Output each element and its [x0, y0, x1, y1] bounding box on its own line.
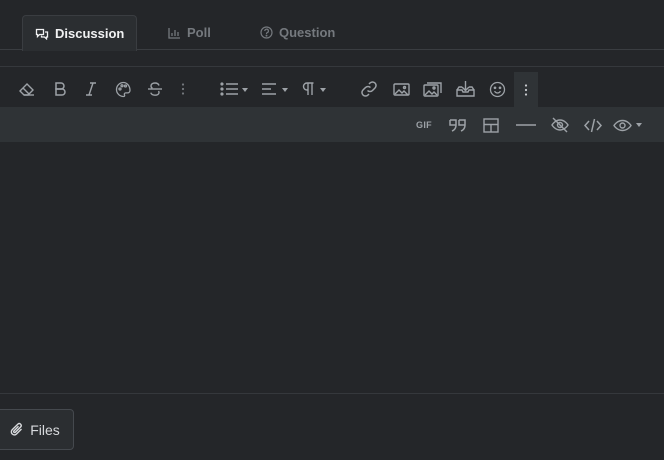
gif-icon: GIF [416, 120, 432, 130]
toolbar-top-divider [0, 66, 664, 67]
preview-icon [613, 119, 632, 132]
files-label: Files [30, 421, 60, 438]
quote-icon [449, 118, 466, 132]
code-button[interactable] [582, 114, 604, 136]
align-left-icon [262, 83, 276, 95]
chevron-down-icon [242, 88, 248, 92]
media-icon [423, 82, 442, 97]
list-icon [220, 82, 238, 96]
strikethrough-button[interactable] [144, 78, 166, 100]
more-text-button[interactable] [176, 78, 190, 100]
link-button[interactable] [358, 78, 380, 100]
image-icon [392, 82, 410, 96]
attach-files-button[interactable]: Files [0, 409, 74, 450]
media-button[interactable] [422, 78, 444, 100]
tab-label: Discussion [55, 26, 125, 41]
chevron-down-icon [282, 88, 288, 92]
insert-icon [455, 81, 475, 97]
table-icon [483, 117, 499, 133]
tab-discussion[interactable]: Discussion [22, 15, 137, 51]
tab-label: Question [279, 25, 336, 40]
toolbar-row-1 [0, 70, 664, 107]
toolbar-row-2: GIF [0, 107, 664, 142]
comments-icon [35, 28, 49, 40]
horizontal-rule-button[interactable] [514, 114, 538, 136]
more-options-button[interactable] [514, 72, 538, 107]
italic-button[interactable] [80, 78, 102, 100]
italic-icon [86, 82, 96, 96]
emoji-button[interactable] [486, 78, 508, 100]
footer-divider [0, 393, 664, 394]
more-vertical-icon [181, 83, 185, 95]
tab-label: Poll [187, 25, 211, 40]
table-button[interactable] [480, 114, 502, 136]
tab-question[interactable]: Question [260, 15, 335, 50]
paragraph-button[interactable] [298, 78, 332, 100]
smile-icon [489, 81, 505, 97]
hide-icon [551, 117, 569, 133]
chevron-down-icon [320, 88, 326, 92]
eraser-icon [19, 83, 34, 96]
more-vertical-icon [524, 83, 528, 96]
quote-button[interactable] [446, 114, 470, 136]
preview-button[interactable] [612, 114, 646, 136]
hide-button[interactable] [548, 114, 572, 136]
bold-icon [55, 82, 66, 96]
link-icon [361, 81, 377, 97]
eraser-button[interactable] [16, 78, 38, 100]
color-button[interactable] [112, 78, 134, 100]
chevron-down-icon [636, 123, 642, 127]
question-circle-icon [260, 26, 273, 39]
gif-button[interactable]: GIF [412, 114, 436, 136]
paperclip-icon [10, 422, 23, 436]
horizontal-rule-icon [516, 124, 536, 126]
bar-chart-icon [168, 27, 180, 39]
tab-poll[interactable]: Poll [168, 15, 211, 50]
list-button[interactable] [218, 78, 252, 100]
insert-button[interactable] [454, 78, 476, 100]
palette-icon [115, 81, 131, 97]
strikethrough-icon [148, 82, 162, 96]
code-icon [584, 118, 602, 132]
image-button[interactable] [390, 78, 412, 100]
paragraph-icon [302, 82, 314, 95]
editor-tabs: Discussion Poll Question [0, 0, 664, 51]
align-button[interactable] [258, 78, 292, 100]
bold-button[interactable] [49, 78, 71, 100]
editor-content-area[interactable] [0, 142, 664, 393]
